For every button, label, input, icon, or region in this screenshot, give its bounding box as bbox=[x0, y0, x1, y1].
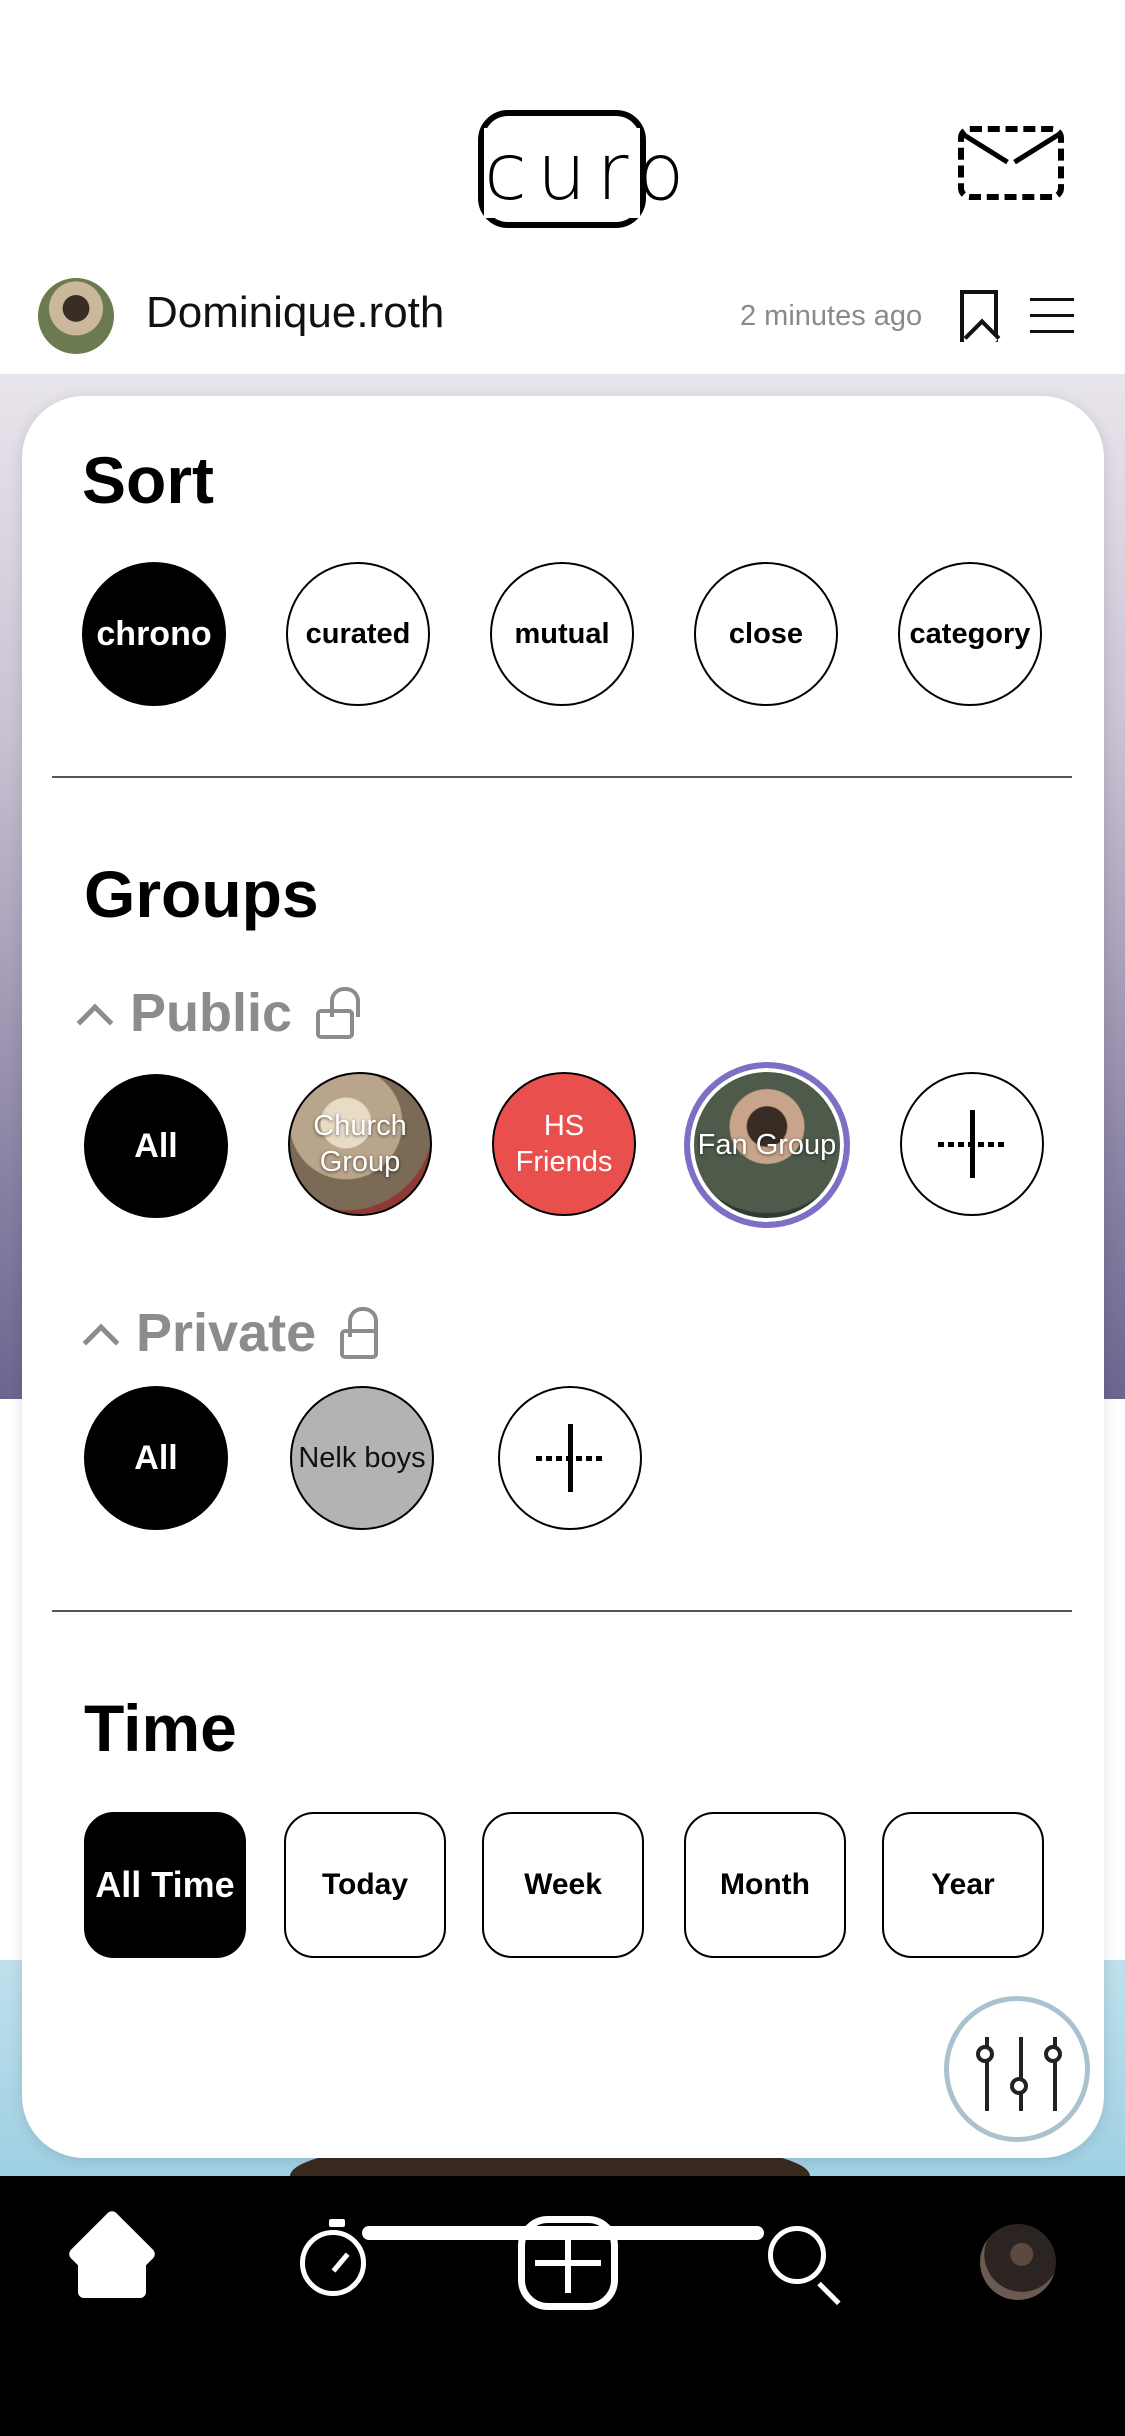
plus-icon bbox=[938, 1110, 1006, 1178]
public-groups-toggle[interactable]: Public bbox=[76, 982, 361, 1044]
post-header: Dominique.roth 2 minutes ago bbox=[0, 270, 1125, 366]
bottom-tab-bar bbox=[0, 2176, 1125, 2436]
avatar[interactable] bbox=[38, 278, 114, 354]
public-label: Public bbox=[130, 983, 293, 1043]
home-indicator bbox=[362, 2226, 764, 2240]
sort-option-category[interactable]: category bbox=[898, 562, 1042, 706]
groups-title: Groups bbox=[84, 857, 319, 931]
profile-avatar[interactable] bbox=[980, 2224, 1056, 2300]
sort-title: Sort bbox=[82, 443, 214, 517]
chevron-up-icon bbox=[82, 1323, 120, 1361]
sort-option-mutual[interactable]: mutual bbox=[490, 562, 634, 706]
time-title: Time bbox=[84, 1691, 237, 1765]
divider bbox=[52, 776, 1072, 778]
time-option-week[interactable]: Week bbox=[482, 1812, 644, 1958]
time-option-month[interactable]: Month bbox=[684, 1812, 846, 1958]
chevron-up-icon bbox=[76, 1003, 114, 1041]
sort-option-chrono[interactable]: chrono bbox=[82, 562, 226, 706]
private-group-nelk-boys[interactable]: Nelk boys bbox=[290, 1386, 434, 1530]
private-group-all[interactable]: All bbox=[84, 1386, 228, 1530]
home-icon[interactable] bbox=[66, 2208, 158, 2300]
time-option-year[interactable]: Year bbox=[882, 1812, 1044, 1958]
time-option-today[interactable]: Today bbox=[284, 1812, 446, 1958]
timer-icon[interactable] bbox=[300, 2219, 366, 2296]
app-header: curo bbox=[0, 0, 1125, 260]
add-public-group-button[interactable] bbox=[900, 1072, 1044, 1216]
private-groups-toggle[interactable]: Private bbox=[82, 1302, 379, 1364]
public-group-fan-group[interactable]: Fan Group bbox=[684, 1062, 850, 1228]
curo-logo[interactable]: curo bbox=[478, 110, 695, 228]
filter-sliders-button[interactable] bbox=[944, 1996, 1090, 2142]
public-group-church-group[interactable]: Church Group bbox=[288, 1072, 432, 1216]
menu-icon[interactable] bbox=[1030, 294, 1074, 338]
post-username[interactable]: Dominique.roth bbox=[146, 288, 444, 338]
unlock-icon bbox=[316, 987, 361, 1039]
mail-icon[interactable] bbox=[958, 126, 1064, 200]
logo-text: curo bbox=[484, 128, 695, 218]
bookmark-icon[interactable] bbox=[960, 290, 998, 342]
time-option-all-time[interactable]: All Time bbox=[84, 1812, 246, 1958]
plus-icon bbox=[536, 1424, 604, 1492]
search-icon[interactable] bbox=[768, 2226, 826, 2284]
public-group-hs-friends[interactable]: HS Friends bbox=[492, 1072, 636, 1216]
public-group-all[interactable]: All bbox=[84, 1074, 228, 1218]
divider bbox=[52, 1610, 1072, 1612]
add-private-group-button[interactable] bbox=[498, 1386, 642, 1530]
post-timestamp: 2 minutes ago bbox=[740, 300, 923, 332]
lock-icon bbox=[340, 1307, 379, 1359]
sort-option-close[interactable]: close bbox=[694, 562, 838, 706]
private-label: Private bbox=[136, 1303, 317, 1363]
sort-option-curated[interactable]: curated bbox=[286, 562, 430, 706]
